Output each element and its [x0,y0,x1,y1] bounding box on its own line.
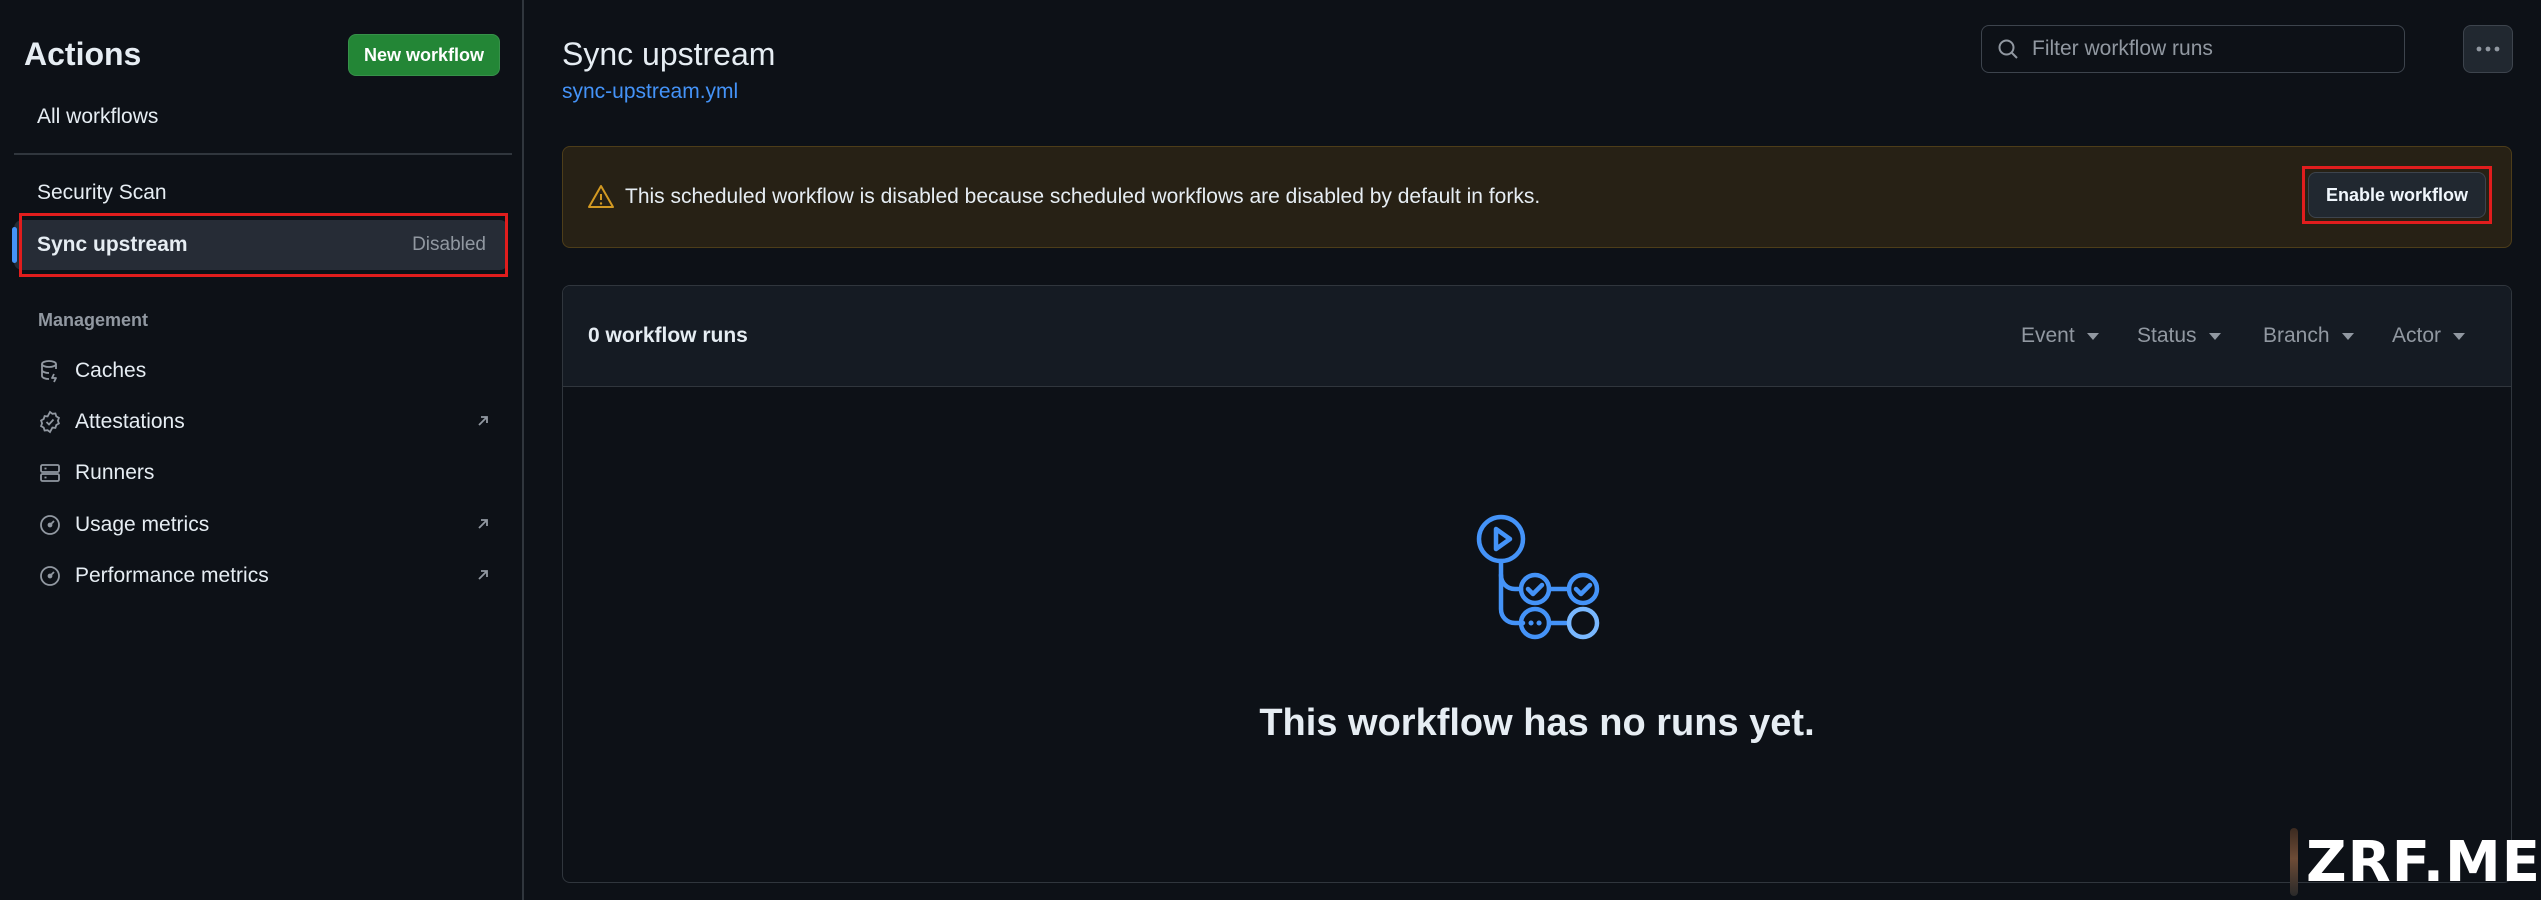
triangle-down-icon [2341,332,2354,340]
main-content: Sync upstream sync-upstream.yml Filter w… [526,0,2541,900]
link-external-icon [474,412,492,436]
link-external-icon [474,515,492,539]
sidebar-item-label: Security Scan [37,181,167,204]
filter-label: Event [2021,324,2075,347]
workflow-file-link[interactable]: sync-upstream.yml [562,80,738,104]
active-indicator [12,227,17,263]
sidebar-item-label: Attestations [75,410,185,433]
server-icon [37,460,63,486]
sidebar-item-label: Runners [75,461,155,484]
kebab-horizontal-icon [2475,40,2501,58]
disabled-workflow-banner: This scheduled workflow is disabled beca… [562,146,2512,248]
sidebar-item-security-scan[interactable]: Security Scan [14,168,508,218]
sidebar-item-runners[interactable]: Runners [14,448,508,498]
sidebar-divider [14,153,512,155]
filter-label: Branch [2263,324,2330,347]
watermark: ZRF.ME [2290,824,2541,900]
watermark-avatar [2290,828,2298,896]
meter-icon [37,563,63,589]
verified-icon [37,409,63,435]
sidebar-item-label: Usage metrics [75,513,210,536]
workflow-runs-panel: 0 workflow runs Event Status Branch Acto… [562,285,2512,883]
search-placeholder: Filter workflow runs [2032,37,2213,60]
sidebar-item-usage-metrics[interactable]: Usage metrics [14,500,508,550]
filter-workflow-runs-input[interactable]: Filter workflow runs [1981,25,2405,73]
link-external-icon [474,566,492,590]
sidebar-item-performance-metrics[interactable]: Performance metrics [14,551,508,601]
search-icon [1996,37,2020,61]
meter-icon [37,512,63,538]
sidebar: Actions New workflow All workflows Secur… [0,0,524,900]
runs-header: 0 workflow runs Event Status Branch Acto… [563,286,2511,387]
more-options-button[interactable] [2463,25,2513,73]
banner-message: This scheduled workflow is disabled beca… [625,185,1541,208]
alert-icon [587,183,615,211]
sidebar-item-label: All workflows [37,105,159,128]
filter-label: Status [2137,324,2197,347]
runs-count: 0 workflow runs [588,324,748,347]
filter-label: Actor [2392,324,2442,347]
workflow-empty-icon [1475,511,1611,647]
highlight-box-sync-upstream [19,213,508,277]
sidebar-item-attestations[interactable]: Attestations [14,397,508,447]
filter-event-dropdown[interactable]: Event [2021,324,2099,348]
sidebar-item-all-workflows[interactable]: All workflows [14,92,508,142]
sidebar-title: Actions [24,36,142,72]
watermark-text: ZRF.ME [2305,829,2541,895]
empty-state-message: This workflow has no runs yet. [1259,702,1815,744]
triangle-down-icon [2208,332,2221,340]
database-icon [37,358,63,384]
filter-actor-dropdown[interactable]: Actor [2392,324,2466,348]
filter-branch-dropdown[interactable]: Branch [2263,324,2354,348]
highlight-box-enable-workflow [2302,166,2492,224]
sidebar-item-label: Performance metrics [75,564,269,587]
triangle-down-icon [2086,332,2099,340]
page-title: Sync upstream [562,36,776,72]
management-heading: Management [38,310,149,330]
filter-status-dropdown[interactable]: Status [2137,324,2221,348]
new-workflow-button[interactable]: New workflow [348,34,500,76]
sidebar-item-caches[interactable]: Caches [14,346,508,396]
triangle-down-icon [2453,332,2466,340]
sidebar-item-label: Caches [75,359,147,382]
